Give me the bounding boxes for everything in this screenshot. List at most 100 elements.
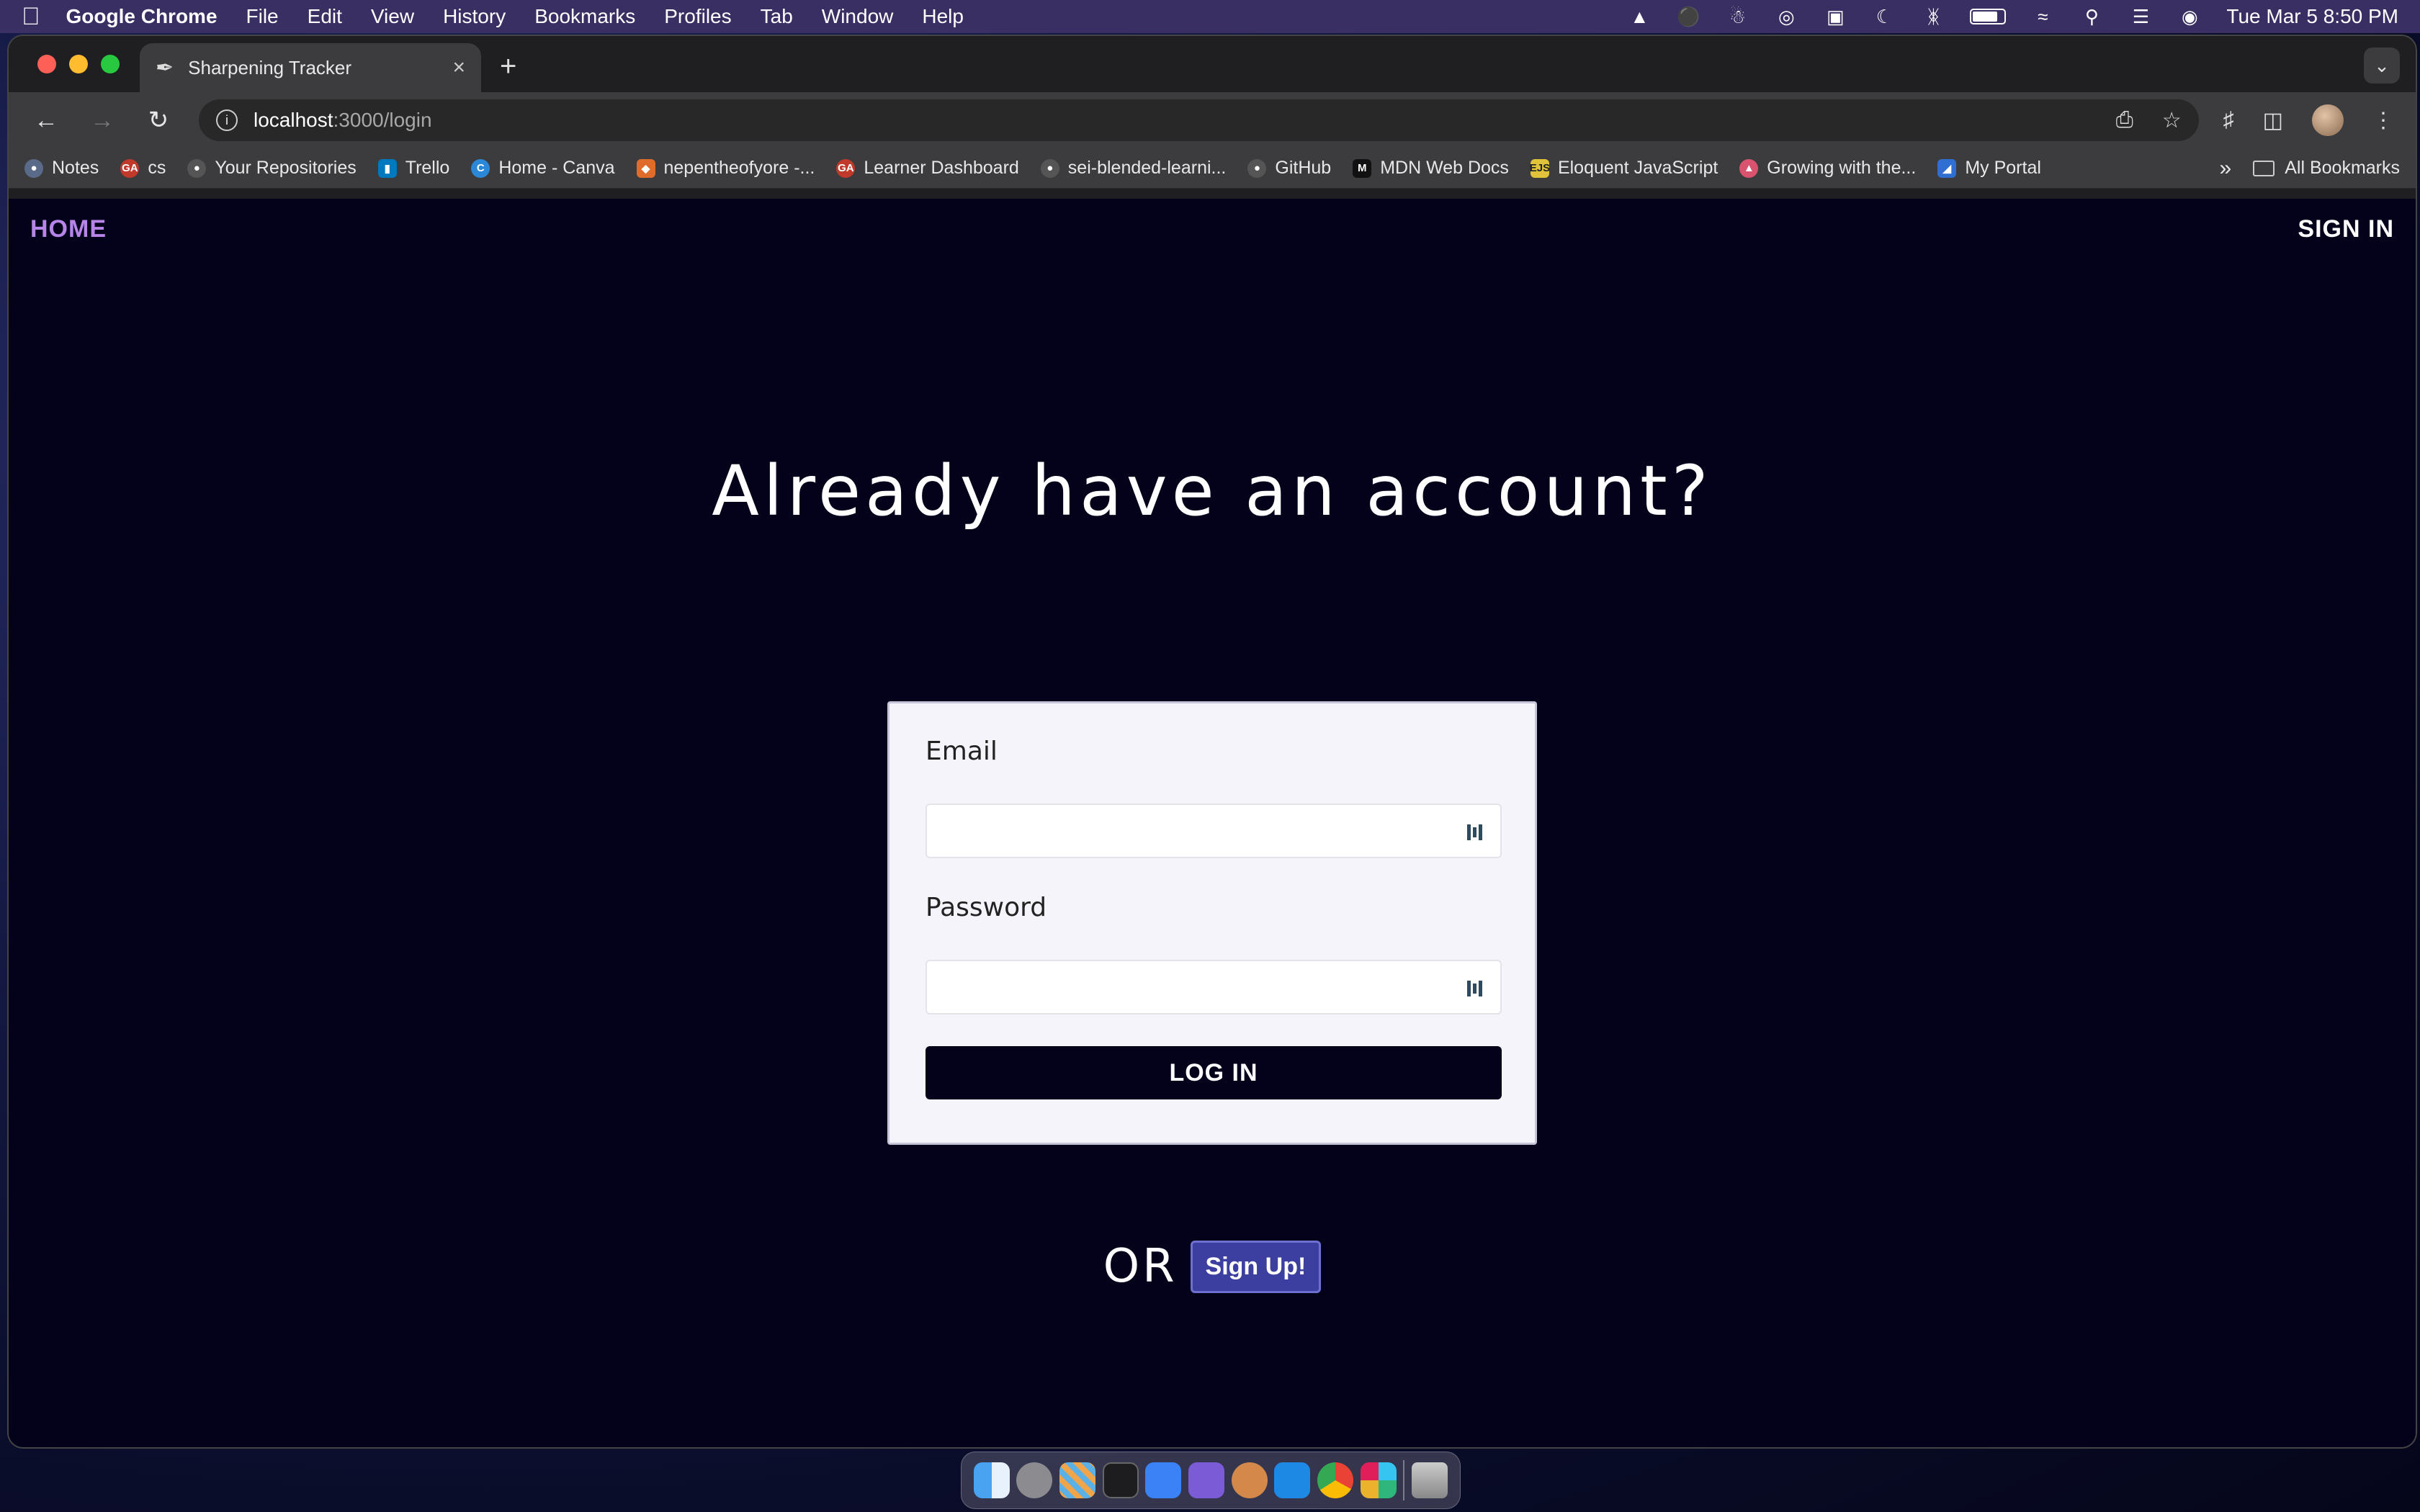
login-button[interactable]: LOG IN — [926, 1046, 1502, 1099]
bookmarks-bar: ● Notes GA cs ● Your Repositories ▮ Trello C… — [9, 148, 2416, 189]
screen-mirroring-icon[interactable]: ▣ — [1823, 6, 1847, 27]
menu-view[interactable]: View — [371, 5, 414, 28]
bookmark-trello[interactable]: ▮ Trello — [377, 158, 450, 179]
chrome-icon[interactable] — [1317, 1462, 1354, 1498]
menu-edit[interactable]: Edit — [308, 5, 342, 28]
nav-home-link[interactable]: HOME — [30, 215, 107, 243]
bookmark-cs[interactable]: GA cs — [120, 158, 166, 179]
menu-bookmarks[interactable]: Bookmarks — [534, 5, 635, 28]
nav-signin-link[interactable]: SIGN IN — [2298, 215, 2394, 243]
bookmark-notes[interactable]: ● Notes — [24, 158, 99, 179]
tab-sharpening-tracker[interactable]: ✒ Sharpening Tracker × — [140, 43, 481, 92]
bookmark-star-icon[interactable]: ☆ — [2162, 108, 2182, 133]
login-form: Email Password LOG IN — [887, 701, 1537, 1145]
url-path: :3000/login — [333, 109, 432, 131]
close-window-button[interactable] — [37, 55, 56, 73]
screen-sharing-icon[interactable] — [1145, 1462, 1182, 1498]
siri-icon[interactable]: ◉ — [2177, 6, 2202, 27]
password-field[interactable] — [927, 961, 1500, 1013]
menu-file[interactable]: File — [246, 5, 279, 28]
minimize-window-button[interactable] — [69, 55, 88, 73]
install-app-icon[interactable]: ⎙ — [2116, 108, 2133, 133]
battery-icon[interactable] — [1970, 9, 2007, 24]
tab-strip: ✒ Sharpening Tracker × + ⌄ — [9, 36, 2416, 92]
bookmark-label: Eloquent JavaScript — [1557, 158, 1718, 178]
menu-profiles[interactable]: Profiles — [664, 5, 731, 28]
app-avatar-icon[interactable] — [1231, 1462, 1268, 1498]
bookmark-label: GitHub — [1275, 158, 1332, 178]
search-icon[interactable]: ⚲ — [2079, 6, 2104, 27]
password-manager-icon[interactable] — [1467, 977, 1490, 1000]
password-label: Password — [926, 893, 1047, 922]
vscode-icon[interactable] — [1274, 1462, 1311, 1498]
close-tab-icon[interactable]: × — [452, 55, 465, 80]
slack-icon[interactable] — [1360, 1462, 1397, 1498]
apple-icon[interactable]:  — [22, 3, 40, 31]
bookmark-your-repositories[interactable]: ● Your Repositories — [187, 158, 357, 179]
password-manager-icon[interactable] — [1467, 821, 1490, 844]
signup-button[interactable]: Sign Up! — [1190, 1240, 1322, 1293]
growing-icon: ▲ — [1739, 158, 1759, 178]
window-controls — [37, 55, 120, 73]
figure-icon[interactable]: ☃ — [1725, 6, 1749, 27]
bluetooth-icon[interactable]: ᛤ — [1921, 6, 1945, 27]
more-bookmarks-icon[interactable]: » — [2220, 156, 2232, 181]
extensions-icon[interactable]: ♯ — [2223, 108, 2234, 132]
zoom-window-button[interactable] — [101, 55, 120, 73]
menu-tab[interactable]: Tab — [761, 5, 793, 28]
drive-icon[interactable]: ▲ — [1627, 6, 1652, 27]
browser-window: ✒ Sharpening Tracker × + ⌄ ← → ↻ i local… — [9, 36, 2416, 1447]
bookmark-learner-dashboard[interactable]: GA Learner Dashboard — [836, 158, 1019, 179]
dock-separator — [1403, 1460, 1405, 1500]
forward-button[interactable]: → — [86, 107, 118, 135]
bookmark-sei-blended[interactable]: ● sei-blended-learni... — [1040, 158, 1226, 179]
wifi-icon[interactable]: ≈ — [2030, 6, 2055, 27]
page-viewport: HOME SIGN IN Already have an account? Em… — [9, 199, 2416, 1447]
all-bookmarks-folder[interactable]: All Bookmarks — [2253, 158, 2400, 179]
launchpad-icon[interactable] — [1059, 1462, 1096, 1498]
trash-icon[interactable] — [1412, 1462, 1448, 1498]
terminal-icon[interactable] — [1102, 1462, 1139, 1498]
menu-app-name[interactable]: Google Chrome — [66, 5, 218, 28]
bookmark-mdn[interactable]: M MDN Web Docs — [1353, 158, 1509, 179]
finder-icon[interactable] — [973, 1462, 1010, 1498]
github-icon: ● — [1040, 158, 1059, 178]
menu-window[interactable]: Window — [822, 5, 894, 28]
all-bookmarks-label: All Bookmarks — [2285, 158, 2400, 178]
site-info-icon[interactable]: i — [216, 109, 238, 131]
gitlab-icon: ◆ — [636, 158, 655, 178]
bookmark-canva[interactable]: C Home - Canva — [471, 158, 615, 179]
menu-bar:  Google Chrome File Edit View History B… — [0, 0, 2420, 33]
bookmark-growing[interactable]: ▲ Growing with the... — [1739, 158, 1916, 179]
moon-icon[interactable]: ☾ — [1872, 6, 1896, 27]
bookmark-eloquent-js[interactable]: EJS Eloquent JavaScript — [1530, 158, 1718, 179]
github-icon: ● — [187, 158, 207, 178]
trello-icon: ▮ — [377, 158, 397, 178]
email-field[interactable] — [927, 805, 1500, 857]
back-button[interactable]: ← — [30, 107, 62, 135]
new-tab-button[interactable]: + — [500, 50, 516, 83]
canva-icon: C — [471, 158, 490, 178]
profile-avatar[interactable] — [2312, 104, 2344, 136]
github-icon: ● — [1247, 158, 1267, 178]
airdrop-icon[interactable]: ◎ — [1774, 6, 1798, 27]
bookmark-label: nepentheofyore -... — [663, 158, 815, 178]
url-host: localhost — [254, 109, 333, 131]
chrome-menu-icon[interactable]: ⋮ — [2372, 108, 2394, 133]
bookmark-my-portal[interactable]: ◢ My Portal — [1937, 158, 2041, 179]
obsidian-icon[interactable] — [1188, 1462, 1225, 1498]
menu-clock[interactable]: Tue Mar 5 8:50 PM — [2226, 5, 2398, 28]
bookmark-label: Trello — [405, 158, 450, 178]
system-settings-icon[interactable] — [1016, 1462, 1053, 1498]
control-center-icon[interactable]: ☰ — [2128, 6, 2153, 27]
menu-history[interactable]: History — [443, 5, 506, 28]
mic-off-icon[interactable]: ⚫ — [1676, 6, 1700, 27]
folder-icon — [2253, 160, 2275, 176]
bookmark-github[interactable]: ● GitHub — [1247, 158, 1331, 179]
bookmark-nepentheofyore[interactable]: ◆ nepentheofyore -... — [636, 158, 815, 179]
side-panel-icon[interactable]: ◫ — [2263, 108, 2283, 133]
tab-search-button[interactable]: ⌄ — [2364, 48, 2400, 84]
reload-button[interactable]: ↻ — [143, 106, 174, 135]
menu-help[interactable]: Help — [922, 5, 964, 28]
address-bar[interactable]: i localhost:3000/login ⎙ ☆ — [199, 99, 2199, 141]
